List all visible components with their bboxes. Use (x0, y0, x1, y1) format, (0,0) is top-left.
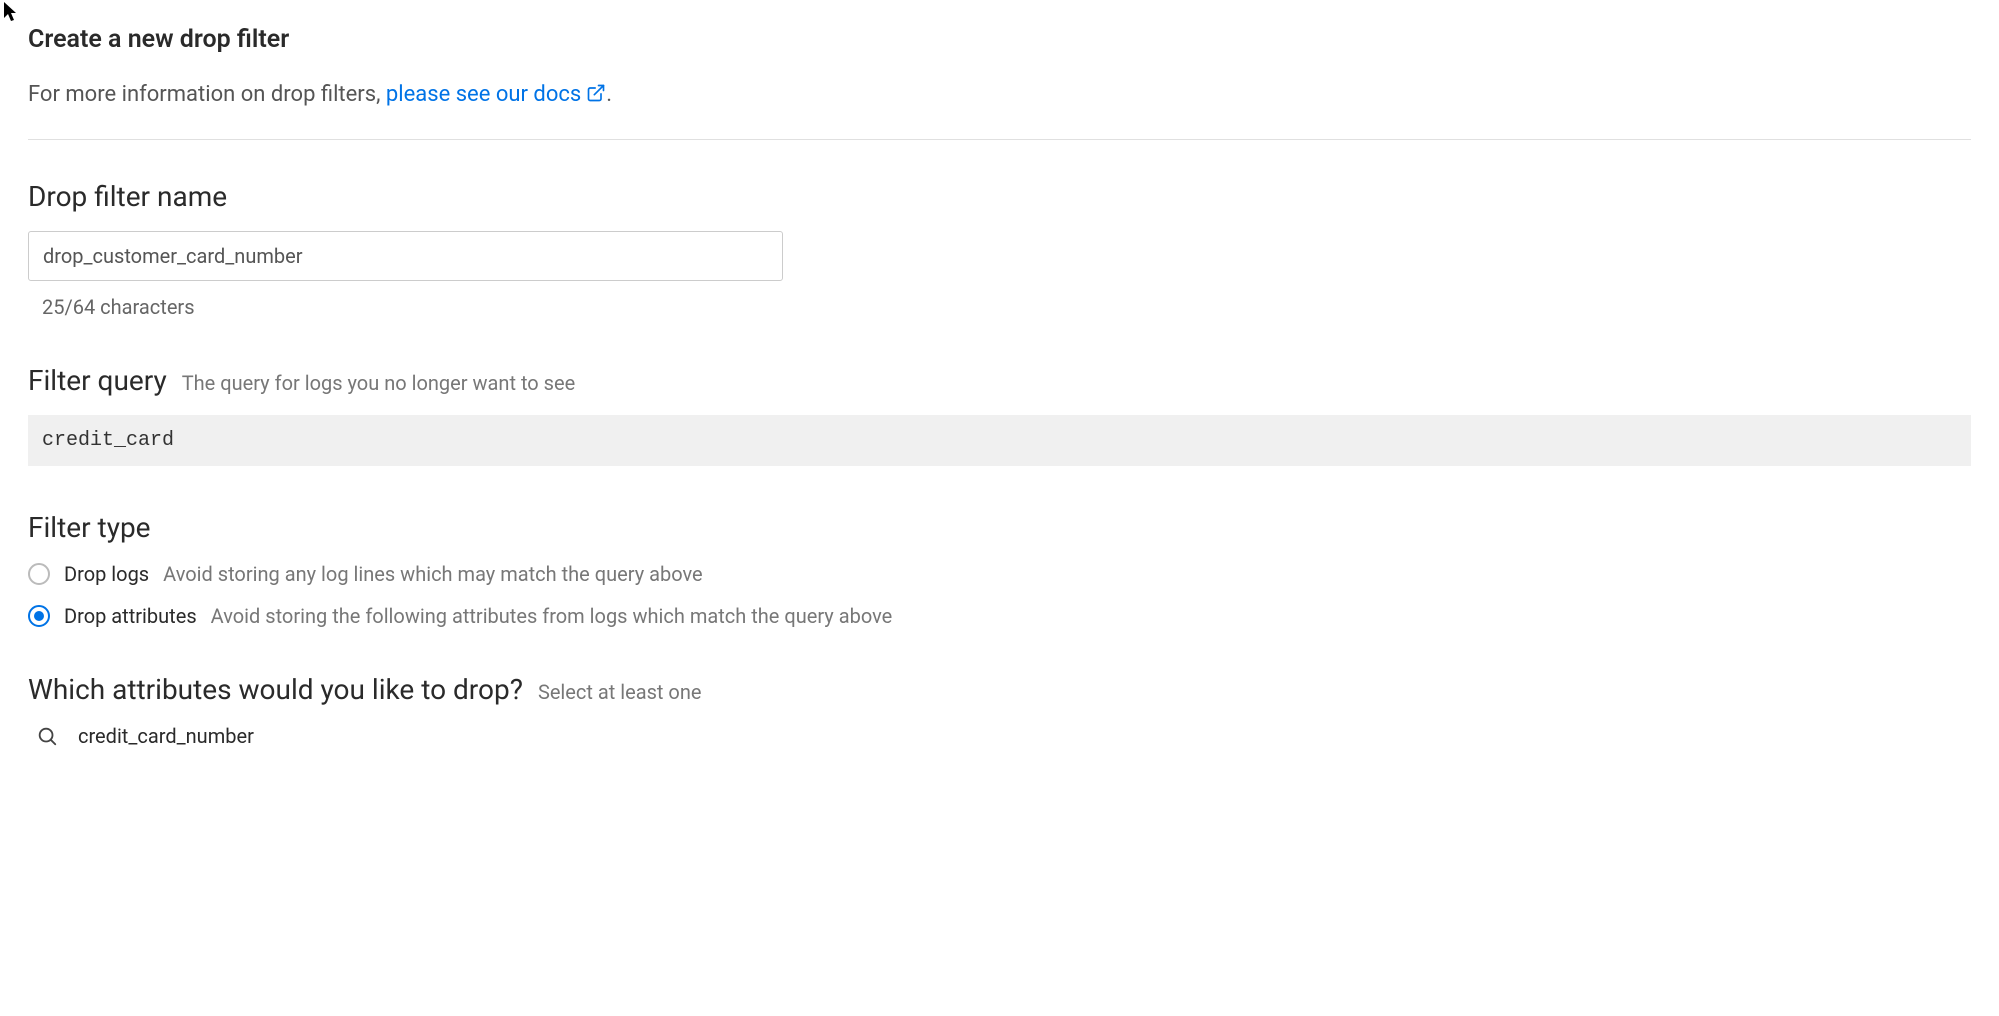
radio-dot-icon (34, 611, 44, 621)
name-label: Drop filter name (28, 180, 1971, 213)
radio-label: Drop attributes (64, 604, 197, 628)
radio-label: Drop logs (64, 562, 149, 586)
attributes-hint: Select at least one (538, 680, 702, 704)
radio-icon (28, 563, 50, 585)
attributes-section: Which attributes would you like to drop?… (28, 673, 1971, 748)
search-icon (36, 725, 58, 747)
docs-link[interactable]: please see our docs (386, 82, 606, 107)
cursor-icon (4, 2, 20, 24)
radio-drop-logs[interactable]: Drop logs Avoid storing any log lines wh… (28, 562, 1971, 586)
filter-name-input[interactable] (28, 231, 783, 281)
radio-drop-attributes[interactable]: Drop attributes Avoid storing the follow… (28, 604, 1971, 628)
query-section: Filter query The query for logs you no l… (28, 364, 1971, 466)
type-section: Filter type Drop logs Avoid storing any … (28, 511, 1971, 628)
radio-desc: Avoid storing the following attributes f… (211, 604, 893, 628)
filter-query-input[interactable]: credit_card (28, 415, 1971, 466)
char-count: 25/64 characters (42, 295, 1971, 319)
info-suffix: . (606, 82, 612, 107)
attribute-search-row[interactable]: credit_card_number (36, 724, 1971, 748)
name-section: Drop filter name 25/64 characters (28, 180, 1971, 319)
attributes-label: Which attributes would you like to drop? (28, 673, 523, 706)
radio-desc: Avoid storing any log lines which may ma… (163, 562, 703, 586)
radio-icon (28, 605, 50, 627)
divider (28, 139, 1971, 140)
type-label: Filter type (28, 511, 1971, 544)
query-hint: The query for logs you no longer want to… (182, 371, 576, 395)
info-line: For more information on drop filters, pl… (28, 82, 1971, 109)
external-link-icon (586, 83, 606, 109)
page-title: Create a new drop filter (28, 25, 1971, 54)
attribute-value: credit_card_number (78, 724, 254, 748)
info-prefix: For more information on drop filters, (28, 82, 386, 107)
query-label: Filter query (28, 364, 167, 397)
